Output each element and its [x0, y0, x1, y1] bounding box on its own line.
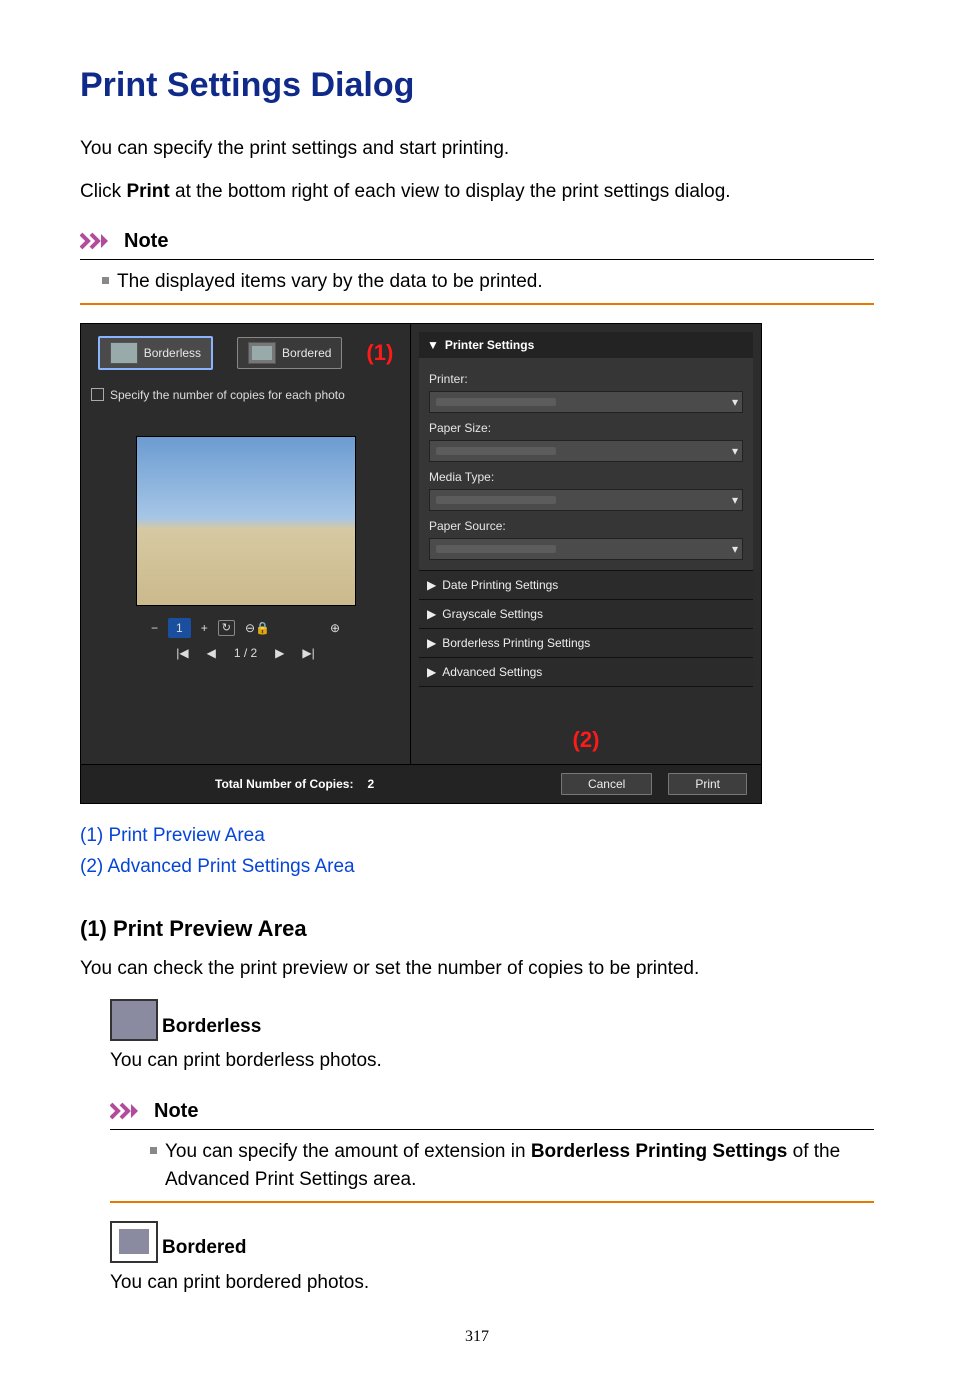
- total-copies: Total Number of Copies: 2: [215, 775, 374, 793]
- copies-plus-button[interactable]: +: [201, 619, 208, 637]
- grayscale-label: Grayscale Settings: [442, 605, 543, 623]
- note-header: Note: [80, 226, 874, 256]
- expand-icon: ▶: [427, 605, 436, 623]
- note-2-rule-bottom: [110, 1201, 874, 1203]
- bordered-item-desc: You can print bordered photos.: [110, 1269, 874, 1298]
- note-2-body: You can specify the amount of extension …: [150, 1138, 874, 1195]
- total-copies-label: Total Number of Copies:: [215, 775, 353, 793]
- date-printing-settings-section[interactable]: ▶ Date Printing Settings: [419, 570, 753, 599]
- preview-toolbar: − 1 + ↻ ⊖🔒 ⊕: [151, 618, 340, 638]
- borderless-item-header: Borderless: [110, 999, 874, 1041]
- settings-pane: ▼ Printer Settings Printer: ▾ Paper Size…: [411, 324, 761, 764]
- printer-settings-title: Printer Settings: [445, 336, 534, 354]
- note-rule-top: [80, 259, 874, 260]
- note-2-header: Note: [110, 1096, 874, 1126]
- tab-borderless[interactable]: Borderless: [98, 336, 213, 370]
- note-2-text: You can specify the amount of extension …: [165, 1138, 874, 1195]
- printer-settings-header[interactable]: ▼ Printer Settings: [419, 332, 753, 358]
- paper-size-select[interactable]: ▾: [429, 440, 743, 462]
- advanced-settings-label: Advanced Settings: [442, 663, 542, 681]
- page-title: Print Settings Dialog: [80, 60, 874, 111]
- note-2-rule-top: [110, 1129, 874, 1130]
- borderless-thumb-icon: [110, 342, 138, 364]
- tab-bordered-label: Bordered: [282, 344, 331, 362]
- note-2-label: Note: [154, 1096, 198, 1126]
- borderless-settings-label: Borderless Printing Settings: [442, 634, 590, 652]
- copies-per-photo-checkbox[interactable]: Specify the number of copies for each ph…: [91, 386, 400, 404]
- expand-icon: ▶: [427, 663, 436, 681]
- copies-checkbox-label: Specify the number of copies for each ph…: [110, 386, 345, 404]
- advanced-settings-section[interactable]: ▶ Advanced Settings: [419, 657, 753, 687]
- media-type-label: Media Type:: [429, 468, 743, 486]
- next-page-button[interactable]: ▶: [275, 644, 284, 662]
- callout-1: (1): [366, 336, 393, 369]
- page-number: 317: [80, 1325, 874, 1349]
- dropdown-icon: ▾: [732, 442, 738, 460]
- expand-icon: ▶: [427, 576, 436, 594]
- checkbox-icon: [91, 388, 104, 401]
- prev-page-button[interactable]: ◀: [207, 644, 216, 662]
- copies-count: 1: [168, 618, 191, 638]
- link-advanced-print-settings-area[interactable]: (2) Advanced Print Settings Area: [80, 856, 355, 877]
- intro-line-1: You can specify the print settings and s…: [80, 135, 874, 164]
- borderless-item-desc: You can print borderless photos.: [110, 1047, 874, 1076]
- rotate-button[interactable]: ↻: [218, 620, 235, 636]
- intro-line-2: Click Print at the bottom right of each …: [80, 178, 874, 207]
- page-nav: |◀ ◀ 1 / 2 ▶ ▶|: [176, 644, 315, 662]
- print-settings-dialog-screenshot: Borderless Bordered (1) Specify the numb…: [80, 323, 762, 804]
- dropdown-icon: ▾: [732, 491, 738, 509]
- note-label: Note: [124, 226, 168, 256]
- borderless-printing-settings-section[interactable]: ▶ Borderless Printing Settings: [419, 628, 753, 657]
- intro-2-c: at the bottom right of each view to disp…: [170, 181, 731, 202]
- last-page-button[interactable]: ▶|: [302, 644, 314, 662]
- dropdown-icon: ▾: [732, 540, 738, 558]
- note-2-b: Borderless Printing Settings: [531, 1141, 788, 1162]
- printer-select[interactable]: ▾: [429, 391, 743, 413]
- copies-minus-button[interactable]: −: [151, 619, 158, 637]
- page-indicator: 1 / 2: [234, 644, 257, 662]
- tab-borderless-label: Borderless: [144, 344, 201, 362]
- grayscale-settings-section[interactable]: ▶ Grayscale Settings: [419, 599, 753, 628]
- dropdown-icon: ▾: [732, 393, 738, 411]
- tab-bordered[interactable]: Bordered: [237, 337, 342, 369]
- trim-lock-icon[interactable]: ⊖🔒: [245, 619, 270, 637]
- bullet-icon: [150, 1147, 157, 1154]
- note-1-text: The displayed items vary by the data to …: [117, 268, 543, 297]
- printer-label: Printer:: [429, 370, 743, 388]
- first-page-button[interactable]: |◀: [176, 644, 188, 662]
- bullet-icon: [102, 277, 109, 284]
- bordered-item-title: Bordered: [162, 1234, 246, 1263]
- zoom-icon[interactable]: ⊕: [330, 619, 340, 637]
- cancel-button[interactable]: Cancel: [561, 773, 652, 795]
- anchor-links: (1) Print Preview Area (2) Advanced Prin…: [80, 822, 874, 882]
- note-icon: [80, 232, 118, 250]
- borderless-item-title: Borderless: [162, 1013, 261, 1042]
- note-2-a: You can specify the amount of extension …: [165, 1141, 531, 1162]
- expand-icon: ▶: [427, 634, 436, 652]
- link-print-preview-area[interactable]: (1) Print Preview Area: [80, 825, 265, 846]
- callout-2: (2): [573, 727, 600, 752]
- section-1-title: (1) Print Preview Area: [80, 912, 874, 945]
- date-printing-label: Date Printing Settings: [442, 576, 558, 594]
- bordered-item-header: Bordered: [110, 1221, 874, 1263]
- bordered-icon: [110, 1221, 158, 1263]
- section-1-intro: You can check the print preview or set t…: [80, 955, 874, 984]
- note-icon: [110, 1102, 148, 1120]
- note-1-body: The displayed items vary by the data to …: [102, 268, 874, 297]
- collapse-icon: ▼: [427, 336, 439, 354]
- bordered-thumb-icon: [248, 342, 276, 364]
- total-copies-value: 2: [367, 775, 374, 793]
- paper-source-select[interactable]: ▾: [429, 538, 743, 560]
- print-button[interactable]: Print: [668, 773, 747, 795]
- print-preview-image: − 1 + ↻ ⊖🔒 ⊕ |◀ ◀ 1 / 2 ▶ ▶|: [136, 436, 356, 606]
- media-type-select[interactable]: ▾: [429, 489, 743, 511]
- note-rule-bottom: [80, 303, 874, 305]
- intro-2-a: Click: [80, 181, 126, 202]
- intro-2-print-word: Print: [126, 181, 169, 202]
- preview-pane: Borderless Bordered (1) Specify the numb…: [81, 324, 411, 764]
- paper-size-label: Paper Size:: [429, 419, 743, 437]
- borderless-icon: [110, 999, 158, 1041]
- paper-source-label: Paper Source:: [429, 517, 743, 535]
